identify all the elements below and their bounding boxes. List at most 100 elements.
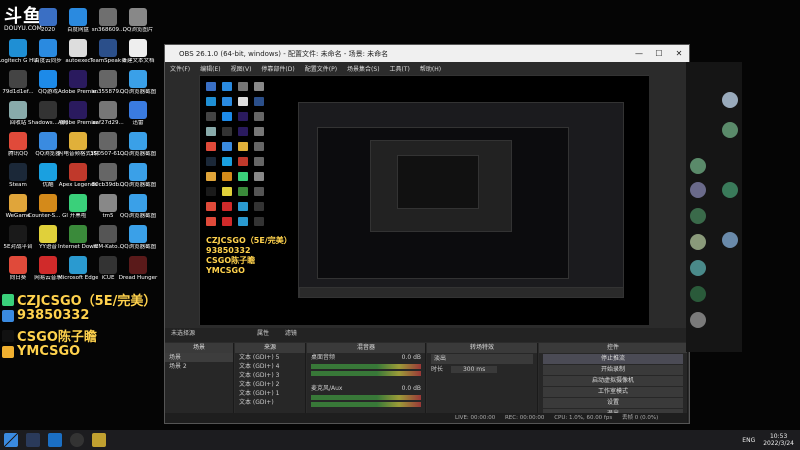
app-icon [129,70,147,88]
language-indicator[interactable]: ENG [742,437,755,444]
mixer-header: 混音器 [307,343,425,353]
tiktok-icon [2,329,14,342]
close-button[interactable]: ✕ [669,49,689,58]
source-item[interactable]: 文本 (GDI+) 2 [235,380,305,389]
desktop-icon[interactable]: 迅雷 [118,101,158,127]
source-item[interactable]: 文本 (GDI+) 5 [235,353,305,362]
desktop-icon[interactable]: QQ浏览器截图 [118,225,158,251]
app-icon [39,8,57,26]
avatar[interactable] [722,232,738,248]
side-panel [686,62,742,352]
app-icon[interactable] [92,433,106,447]
start-recording-button[interactable]: 开始录制 [543,365,683,375]
app-icon[interactable] [26,433,40,447]
scene-item[interactable]: 场景 [165,353,233,362]
app-icon [69,70,87,88]
channel-level: 0.0 dB [401,385,421,392]
app-icon [9,163,27,181]
scene-item[interactable]: 场景 2 [165,362,233,371]
obs-menubar: 文件(F) 编辑(E) 视图(V) 停靠部件(D) 配置文件(P) 场景集合(S… [165,62,689,74]
app-icon [69,39,87,57]
desktop-icon-label: Dread Hunger [118,275,158,281]
stop-streaming-button[interactable]: 停止推流 [543,354,683,364]
overlay-line: CSGO陈子瞻 [2,326,97,345]
source-item[interactable]: 文本 (GDI+) 4 [235,362,305,371]
app-icon [39,163,57,181]
settings-button[interactable]: 设置 [543,398,683,408]
menu-file[interactable]: 文件(F) [170,64,190,73]
app-icon [69,101,87,119]
app-icon [39,39,57,57]
mixer-channel-mic: 麦克风/Aux 0.0 dB [307,384,425,393]
preview-overlay-line-3: CSGO陈子瞻 [206,256,256,265]
status-live: LIVE: 00:00:00 [455,415,496,421]
volume-slider[interactable] [311,371,421,376]
source-item[interactable]: 文本 (GDI+) [235,398,305,407]
desktop-icon-label: QQ浏览器截图 [119,244,157,250]
controls-dock: 控件 停止推流 开始录制 启动虚拟摄像机 工作室模式 设置 退出 [539,343,688,423]
transition-duration: 时长 300 ms [427,365,537,374]
menu-profile[interactable]: 配置文件(P) [305,64,337,73]
filters-tab[interactable]: 滤镜 [285,330,297,337]
desktop-icon[interactable]: QQ浏览器截图 [118,194,158,220]
overlay-text: YMCSGO [17,344,81,359]
desktop-icon[interactable]: QQ浏览图片 [118,8,158,34]
taskbar: ENG 10:53 2022/3/24 [0,430,800,450]
app-icon [69,163,87,181]
app-icon [39,256,57,274]
app-icon [69,256,87,274]
obs-icon[interactable] [70,433,84,447]
menu-scene-collection[interactable]: 场景集合(S) [347,64,380,73]
app-icon [129,163,147,181]
app-icon [99,70,117,88]
edge-icon[interactable] [48,433,62,447]
avatar[interactable] [722,122,738,138]
avatar[interactable] [690,158,706,174]
sources-dock: 来源 文本 (GDI+) 5 文本 (GDI+) 4 文本 (GDI+) 3 文… [235,343,306,423]
app-icon [39,194,57,212]
desktop-icon[interactable]: QQ浏览器截图 [118,163,158,189]
avatar[interactable] [690,208,706,224]
desktop-icon[interactable]: QQ浏览器截图 [118,70,158,96]
app-icon [9,194,27,212]
channel-name: 麦克风/Aux [311,385,343,392]
studio-mode-button[interactable]: 工作室模式 [543,387,683,397]
source-item[interactable]: 文本 (GDI+) 1 [235,389,305,398]
desktop-icon[interactable]: Dread Hunger [118,256,158,282]
app-icon [99,39,117,57]
app-icon [9,256,27,274]
properties-tab[interactable]: 属性 [257,330,269,337]
preview-icon-grid [206,82,264,226]
menu-docks[interactable]: 停靠部件(D) [261,64,294,73]
status-cpu: CPU: 1.0%, 60.00 fps [554,415,613,421]
avatar[interactable] [690,260,706,276]
obs-title: OBS 26.1.0 (64-bit, windows) - 配置文件: 未命名… [179,49,389,58]
obs-preview[interactable]: CZJCSGO（5E/完美） 93850332 CSGO陈子瞻 YMCSGO [199,75,649,325]
clock[interactable]: 10:53 2022/3/24 [763,433,794,447]
source-item[interactable]: 文本 (GDI+) 3 [235,371,305,380]
avatar[interactable] [690,182,706,198]
avatar[interactable] [690,312,706,328]
menu-tools[interactable]: 工具(T) [390,64,410,73]
obs-titlebar[interactable]: OBS 26.1.0 (64-bit, windows) - 配置文件: 未命名… [165,45,689,62]
avatar[interactable] [690,286,706,302]
avatar[interactable] [690,234,706,250]
transition-select[interactable]: 淡出 [431,354,533,364]
maximize-button[interactable]: ☐ [649,49,669,58]
avatar[interactable] [722,92,738,108]
desktop-icon[interactable]: 新建文本文档 [118,39,158,65]
menu-view[interactable]: 视图(V) [231,64,252,73]
overlay-text: CSGO陈子瞻 [17,330,97,345]
start-icon[interactable] [4,433,18,447]
menu-edit[interactable]: 编辑(E) [200,64,220,73]
sources-header: 来源 [235,343,305,353]
volume-meter [311,364,421,369]
menu-help[interactable]: 帮助(H) [420,64,441,73]
desktop-icon[interactable]: QQ浏览器截图 [118,132,158,158]
start-virtual-camera-button[interactable]: 启动虚拟摄像机 [543,376,683,386]
duration-input[interactable]: 300 ms [450,366,498,373]
avatar[interactable] [722,182,738,198]
volume-slider[interactable] [311,402,421,407]
minimize-button[interactable]: — [629,49,649,58]
obs-window[interactable]: OBS 26.1.0 (64-bit, windows) - 配置文件: 未命名… [164,44,690,424]
